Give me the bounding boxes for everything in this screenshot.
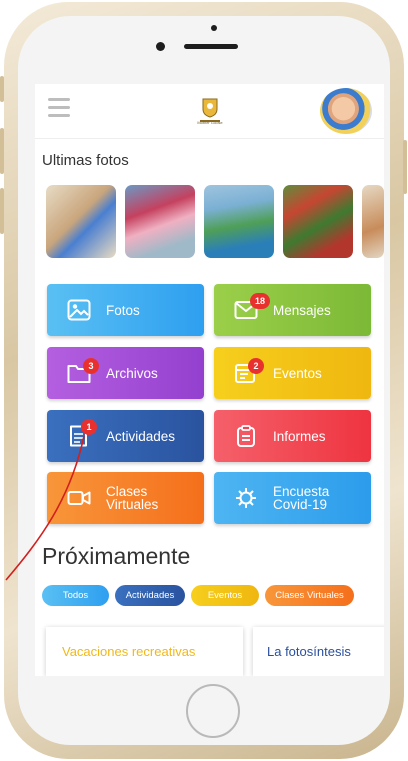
annotation-arrow	[5, 435, 85, 581]
